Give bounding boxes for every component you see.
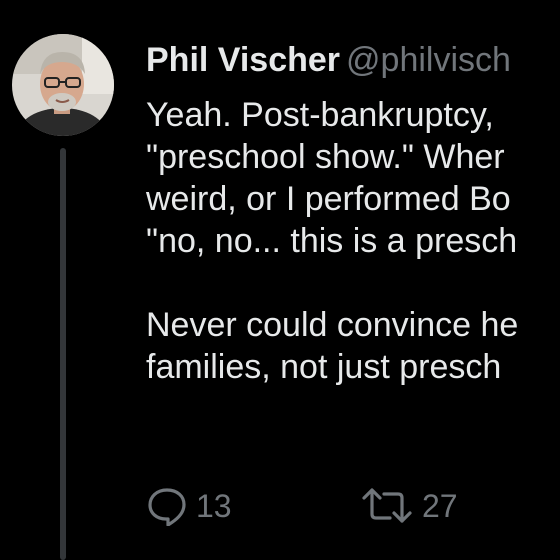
author-handle[interactable]: @philvisch — [346, 41, 511, 79]
reply-button[interactable]: 13 — [146, 486, 360, 526]
thread-connector-line — [60, 148, 66, 560]
paragraph-break — [146, 262, 560, 304]
tweet-text-line: weird, or I performed Bo — [146, 180, 511, 218]
tweet-text-line: families, not just presch — [146, 348, 502, 386]
tweet-action-bar: 13 27 — [146, 484, 458, 528]
tweet-text-line: Never could convince he — [146, 306, 519, 344]
tweet-text-line: "no, no... this is a presch — [146, 222, 518, 260]
retweet-count: 27 — [422, 487, 458, 524]
author-avatar[interactable] — [12, 34, 114, 136]
reply-icon — [148, 488, 186, 526]
tweet-text-line: Yeah. Post-bankruptcy, — [146, 96, 494, 134]
tweet-header: Phil Vischer @philvisch — [146, 38, 511, 82]
tweet-text-line: "preschool show." Wher — [146, 138, 505, 176]
reply-count: 13 — [196, 487, 232, 524]
author-display-name[interactable]: Phil Vischer — [146, 41, 340, 79]
avatar-photo — [12, 34, 114, 136]
tweet-text: Yeah. Post-bankruptcy, "preschool show."… — [146, 94, 560, 388]
retweet-icon — [362, 488, 412, 523]
retweet-button[interactable]: 27 — [360, 486, 458, 526]
